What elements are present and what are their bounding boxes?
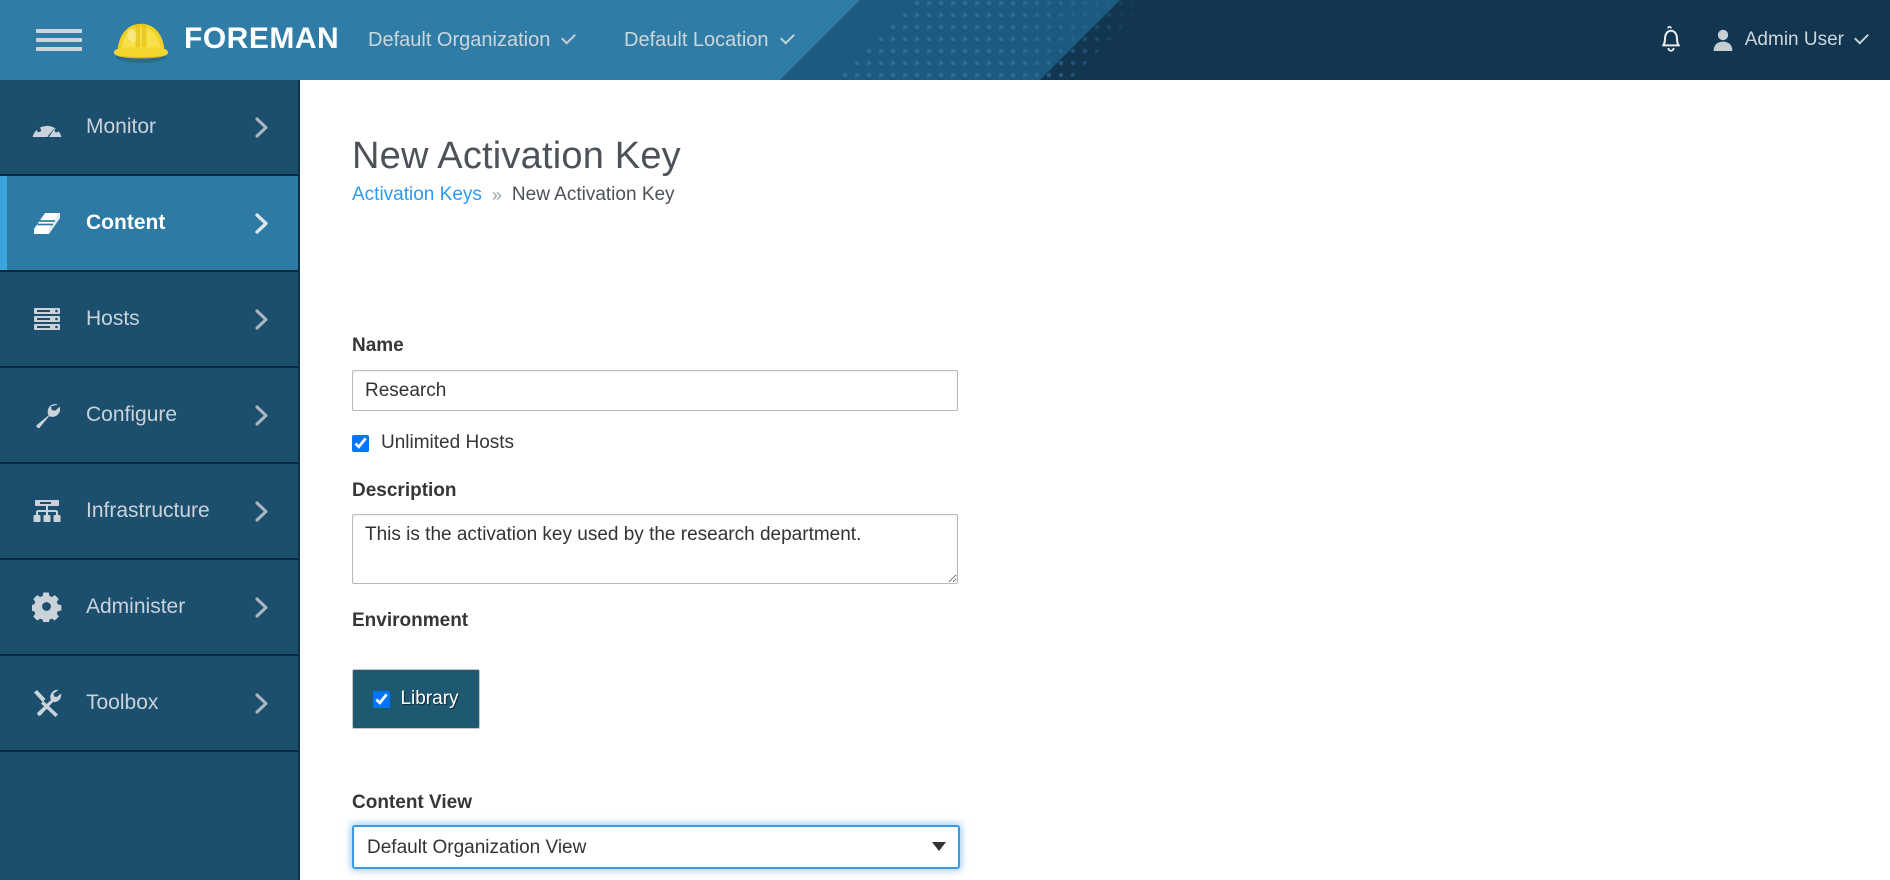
environment-option-label: Library [400,688,459,709]
server-rack-icon [24,299,70,339]
user-menu[interactable]: Admin User [1712,28,1869,52]
chevron-right-icon [246,692,276,714]
hamburger-bar [36,38,82,42]
name-field-label: Name [352,335,404,356]
sitemap-icon [24,491,70,531]
content-view-select-wrapper: Default Organization View [352,825,960,869]
unlimited-hosts-label[interactable]: Unlimited Hosts [381,432,514,454]
content-view-select[interactable]: Default Organization View [352,825,960,869]
location-selector[interactable]: Default Location [624,20,795,60]
description-textarea[interactable]: This is the activation key used by the r… [352,514,958,584]
unlimited-hosts-checkbox[interactable] [352,434,369,452]
organization-selector[interactable]: Default Organization [368,20,577,60]
header-right-controls: Admin User [1658,18,1869,62]
chevron-right-icon [246,116,276,138]
notifications-button[interactable] [1658,26,1684,54]
name-input[interactable] [352,370,958,411]
chevron-right-icon [246,308,276,330]
primary-sidebar-nav: Monitor Content Hosts Configure Infrastr… [0,80,300,880]
sidebar-item-label: Hosts [86,307,140,330]
location-label: Default Location [624,28,769,51]
main-content-area: New Activation Key Activation Keys » New… [302,80,1890,880]
environment-option-library[interactable]: Library [352,669,480,729]
sidebar-item-label: Administer [86,595,186,618]
sidebar-item-administer[interactable]: Administer [0,560,298,656]
sidebar-item-hosts[interactable]: Hosts [0,272,298,368]
description-field-label: Description [352,480,457,501]
breadcrumb-current: New Activation Key [511,184,675,205]
hamburger-bar [36,47,82,51]
environment-field-label: Environment [352,610,469,631]
chevron-down-icon [561,29,577,45]
user-avatar-icon [1713,29,1733,51]
sidebar-item-infrastructure[interactable]: Infrastructure [0,464,298,560]
sidebar-item-monitor[interactable]: Monitor [0,80,298,176]
user-name-label: Admin User [1744,29,1844,50]
chevron-down-icon [1854,29,1869,45]
chevron-down-icon [779,29,795,45]
chevron-right-icon [246,596,276,618]
foreman-brand-link[interactable]: FOREMAN [112,12,339,66]
sidebar-item-label: Toolbox [86,691,159,714]
foreman-hardhat-logo [114,23,168,64]
breadcrumb-link-activation-keys[interactable]: Activation Keys [352,184,482,206]
chevron-right-icon [246,500,276,522]
chevron-right-icon [246,212,276,234]
book-icon [24,203,70,243]
library-checkbox[interactable] [373,690,391,708]
sidebar-item-label: Configure [86,403,178,426]
sidebar-empty-area [0,752,298,880]
breadcrumb-separator-icon: » [491,184,502,205]
top-masthead: FOREMAN Default Organization Default Loc… [0,0,1890,80]
unlimited-hosts-row: Unlimited Hosts [352,432,514,454]
dashboard-gauge-icon [24,107,70,147]
hamburger-icon[interactable] [36,25,82,55]
brand-wordmark: FOREMAN [184,22,340,55]
sidebar-item-label: Content [86,211,166,234]
organization-label: Default Organization [368,28,551,51]
chevron-right-icon [246,404,276,426]
breadcrumb: Activation Keys » New Activation Key [352,184,675,206]
tools-icon [24,683,70,723]
sidebar-item-toolbox[interactable]: Toolbox [0,656,298,752]
sidebar-item-content[interactable]: Content [0,176,298,272]
sidebar-item-label: Infrastructure [86,499,210,522]
sidebar-item-label: Monitor [86,115,157,138]
sidebar-item-configure[interactable]: Configure [0,368,298,464]
page-title: New Activation Key [352,135,681,178]
wrench-icon [24,395,70,435]
bell-icon [1661,26,1680,52]
gear-icon [24,587,70,627]
hamburger-bar [36,29,82,33]
content-view-field-label: Content View [352,792,472,813]
